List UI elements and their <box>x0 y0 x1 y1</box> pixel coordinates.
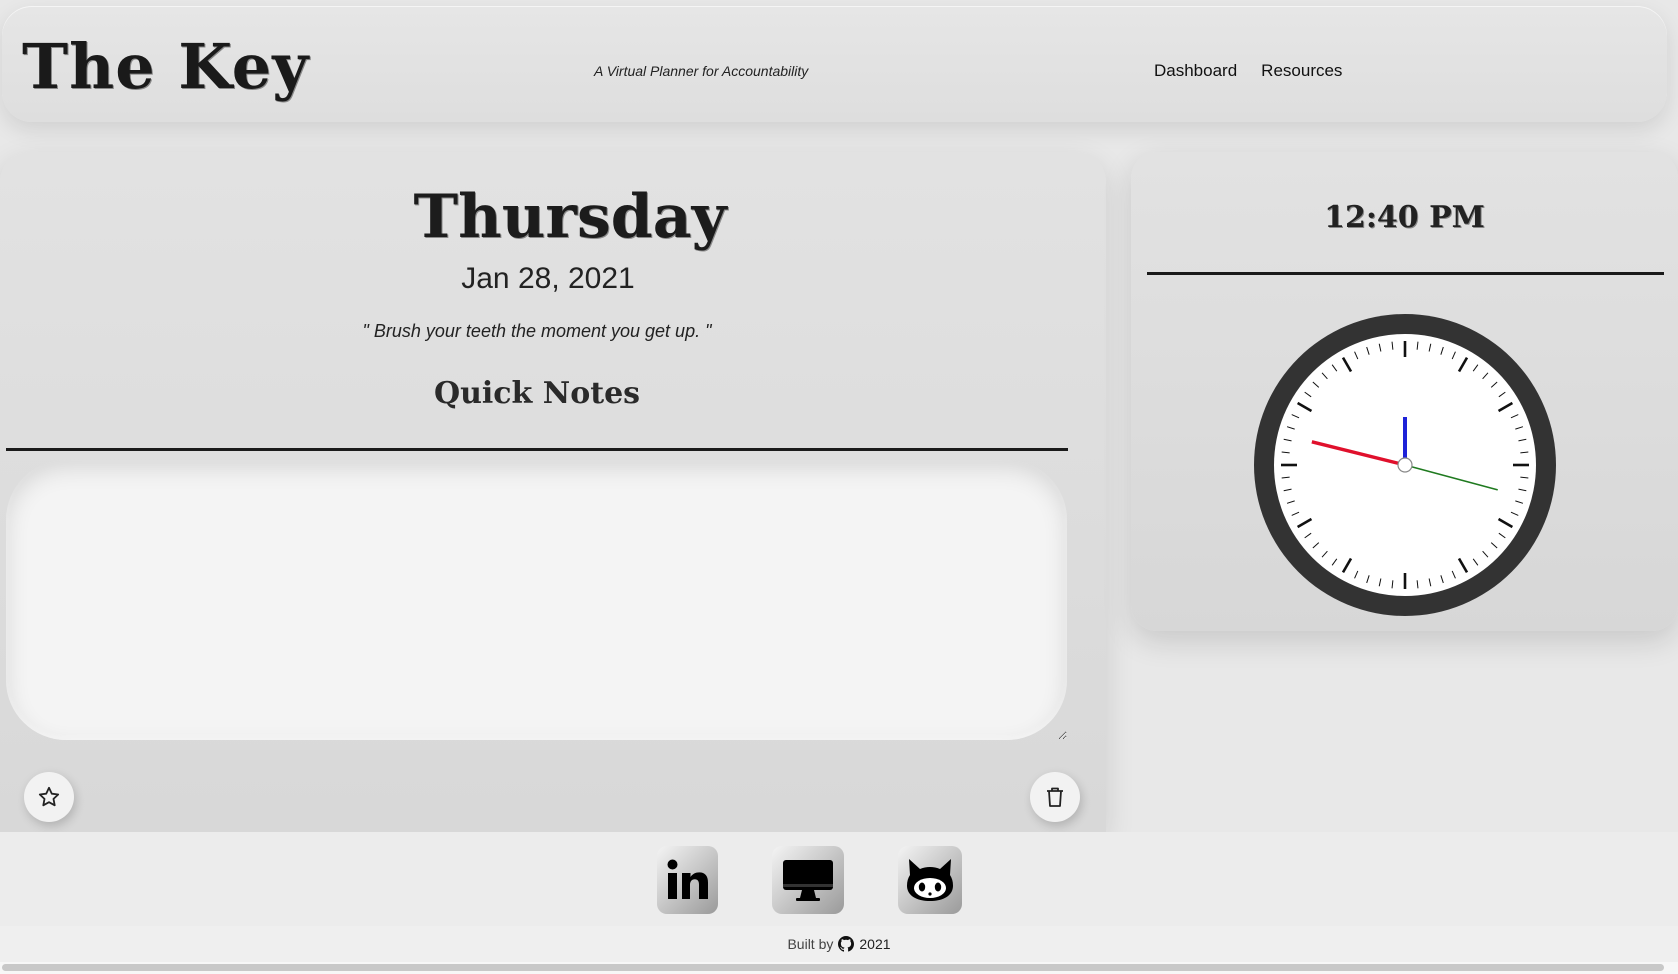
analog-clock <box>1254 314 1556 616</box>
scrollbar-thumb[interactable] <box>2 964 1664 971</box>
portfolio-link[interactable] <box>772 846 844 914</box>
current-date: Jan 28, 2021 <box>461 262 635 295</box>
clock-panel: 12:40 PM <box>1131 152 1678 631</box>
horizontal-scrollbar[interactable] <box>0 962 1678 974</box>
divider <box>6 448 1068 451</box>
digital-time: 12:40 PM <box>1324 200 1485 235</box>
page: The Key A Virtual Planner for Accountabi… <box>0 0 1678 974</box>
desktop-icon <box>783 860 833 901</box>
delete-notes-button[interactable] <box>1030 772 1080 822</box>
quick-notes-textarea[interactable] <box>6 460 1067 740</box>
day-name: Thursday <box>413 182 727 252</box>
github-mark-icon[interactable] <box>838 936 855 952</box>
footer-links <box>0 832 1678 926</box>
nav-dashboard[interactable]: Dashboard <box>1154 61 1237 81</box>
tagline: A Virtual Planner for Accountability <box>594 63 809 79</box>
favorite-button[interactable] <box>24 772 74 822</box>
credit-year: 2021 <box>859 936 891 952</box>
github-icon <box>907 859 953 901</box>
trash-icon <box>1047 787 1063 807</box>
clock-divider <box>1147 272 1664 275</box>
credit-prefix: Built by <box>787 936 834 952</box>
brand-title[interactable]: The Key <box>22 30 309 103</box>
credit-bar: Built by 2021 <box>0 926 1678 962</box>
linkedin-icon <box>667 859 708 899</box>
main-nav: Dashboard Resources <box>1154 61 1342 81</box>
nav-resources[interactable]: Resources <box>1261 61 1342 81</box>
planner-panel: Thursday Jan 28, 2021 " Brush your teeth… <box>0 152 1106 832</box>
star-icon <box>38 786 60 807</box>
quick-notes-heading: Quick Notes <box>433 376 641 411</box>
header: The Key A Virtual Planner for Accountabi… <box>2 6 1667 122</box>
github-link[interactable] <box>898 846 962 914</box>
daily-quote: " Brush your teeth the moment you get up… <box>362 321 712 341</box>
clock-center-pin <box>1397 457 1413 473</box>
linkedin-link[interactable] <box>657 846 718 914</box>
